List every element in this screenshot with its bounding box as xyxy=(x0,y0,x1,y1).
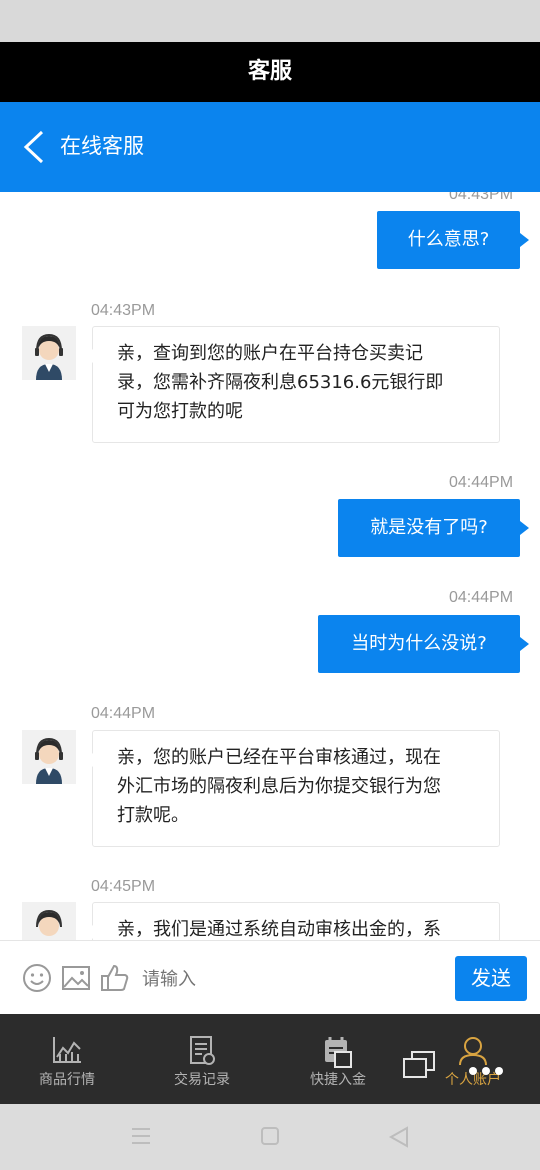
image-icon xyxy=(62,966,90,990)
home-icon xyxy=(261,1127,279,1145)
message-time: 04:44PM xyxy=(449,474,514,491)
emoji-icon xyxy=(23,964,51,992)
avatar xyxy=(22,902,76,940)
window-title: 客服 xyxy=(0,42,540,102)
tab-personal-account[interactable]: 个人账户 xyxy=(419,1014,527,1104)
message-time: 04:44PM xyxy=(91,705,156,722)
message-time: 04:43PM xyxy=(449,192,514,203)
document-icon xyxy=(190,1036,215,1065)
tab-label: 商品行情 xyxy=(39,1072,95,1088)
message-time: 04:44PM xyxy=(449,589,514,606)
image-button[interactable] xyxy=(61,963,91,993)
message-bubble-out: 什么意思? xyxy=(377,211,529,269)
message-line: 打款呢。 xyxy=(117,805,189,826)
message-line: 亲，查询到您的账户在平台持仓买卖记 xyxy=(117,343,423,364)
agent-avatar-icon xyxy=(22,326,76,380)
thumbs-up-button[interactable] xyxy=(100,963,130,993)
agent-avatar-icon xyxy=(22,902,76,940)
message-line: 外汇市场的隔夜利息后为你提交银行为您 xyxy=(117,776,441,797)
message-time: 04:43PM xyxy=(91,302,156,319)
tab-market[interactable]: 商品行情 xyxy=(13,1014,121,1104)
more-dots xyxy=(468,1061,504,1080)
more-icon xyxy=(469,1067,503,1075)
chart-icon xyxy=(53,1037,81,1063)
message-line: 亲，我们是通过系统自动审核出金的，系 xyxy=(117,919,441,940)
home-key[interactable] xyxy=(260,1126,280,1150)
menu-icon xyxy=(132,1128,150,1144)
emoji-button[interactable] xyxy=(22,963,52,993)
avatar xyxy=(22,326,76,380)
message-bubble-out: 当时为什么没说? xyxy=(318,615,529,673)
message-line: 录，您需补齐隔夜利息65316.6元银行即 xyxy=(117,372,444,393)
chevron-left-icon xyxy=(23,130,44,164)
agent-avatar-icon xyxy=(22,730,76,784)
message-bubble-in: 亲，查询到您的账户在平台持仓买卖记 录，您需补齐隔夜利息65316.6元银行即 … xyxy=(85,326,500,443)
message-line: 亲，您的账户已经在平台审核通过，现在 xyxy=(117,747,441,768)
message-bubble-in: 亲，我们是通过系统自动审核出金的，系 xyxy=(85,902,500,940)
avatar xyxy=(22,730,76,784)
back-triangle-icon xyxy=(388,1126,408,1148)
back-button[interactable] xyxy=(22,130,52,164)
message-bubble-in: 亲，您的账户已经在平台审核通过，现在 外汇市场的隔夜利息后为你提交银行为您 打款… xyxy=(85,730,500,847)
message-input[interactable] xyxy=(140,953,449,1005)
system-nav-bar xyxy=(0,1104,540,1170)
status-bar xyxy=(0,0,540,42)
message-bubble-out: 就是没有了吗? xyxy=(338,499,529,557)
message-time: 04:45PM xyxy=(91,878,156,895)
menu-key[interactable] xyxy=(130,1126,152,1150)
back-key[interactable] xyxy=(388,1126,410,1152)
tab-trade-records[interactable]: 交易记录 xyxy=(148,1014,256,1104)
tab-label: 交易记录 xyxy=(174,1072,230,1088)
send-button[interactable]: 发送 xyxy=(455,956,527,1001)
chat-header: 在线客服 xyxy=(0,102,540,192)
page-title: 在线客服 xyxy=(60,134,144,158)
input-bar: 发送 xyxy=(0,940,540,1015)
calendar-icon xyxy=(325,1037,352,1068)
thumbs-up-icon xyxy=(101,964,129,991)
message-line: 可为您打款的呢 xyxy=(117,401,243,422)
bottom-tab-bar: 商品行情 交易记录 快捷入金 个人账户 xyxy=(0,1014,540,1104)
chat-area[interactable]: 04:43PM 什么意思? 04:43PM 亲，查询到您的账户在平台持仓买卖记 … xyxy=(0,192,540,940)
